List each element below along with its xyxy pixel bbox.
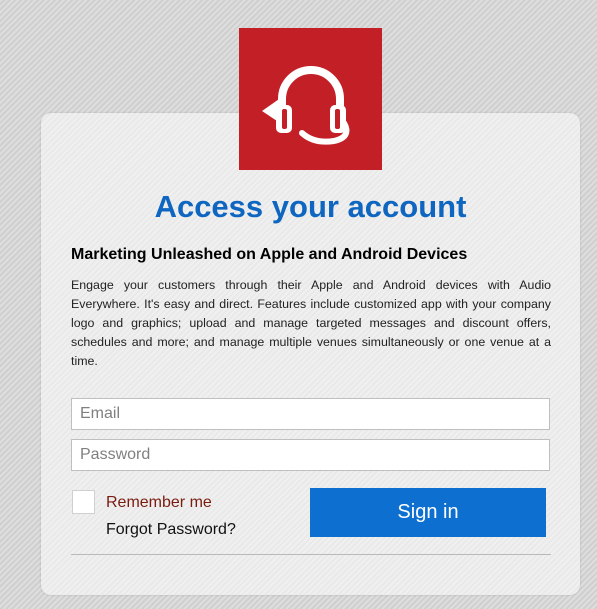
form-divider xyxy=(71,554,551,555)
page-subtitle: Marketing Unleashed on Apple and Android… xyxy=(71,246,468,263)
page-title: Access your account xyxy=(154,189,467,224)
brand-logo xyxy=(239,28,382,170)
remember-me-label[interactable]: Remember me xyxy=(106,493,212,513)
remember-me-checkbox[interactable] xyxy=(72,490,95,514)
password-input[interactable] xyxy=(71,439,550,471)
page-description: Engage your customers through their Appl… xyxy=(71,278,551,368)
headphones-arrow-icon xyxy=(261,66,349,145)
sign-in-button[interactable]: Sign in xyxy=(310,488,546,537)
email-input[interactable] xyxy=(71,398,550,430)
forgot-password-link[interactable]: Forgot Password? xyxy=(106,520,236,540)
